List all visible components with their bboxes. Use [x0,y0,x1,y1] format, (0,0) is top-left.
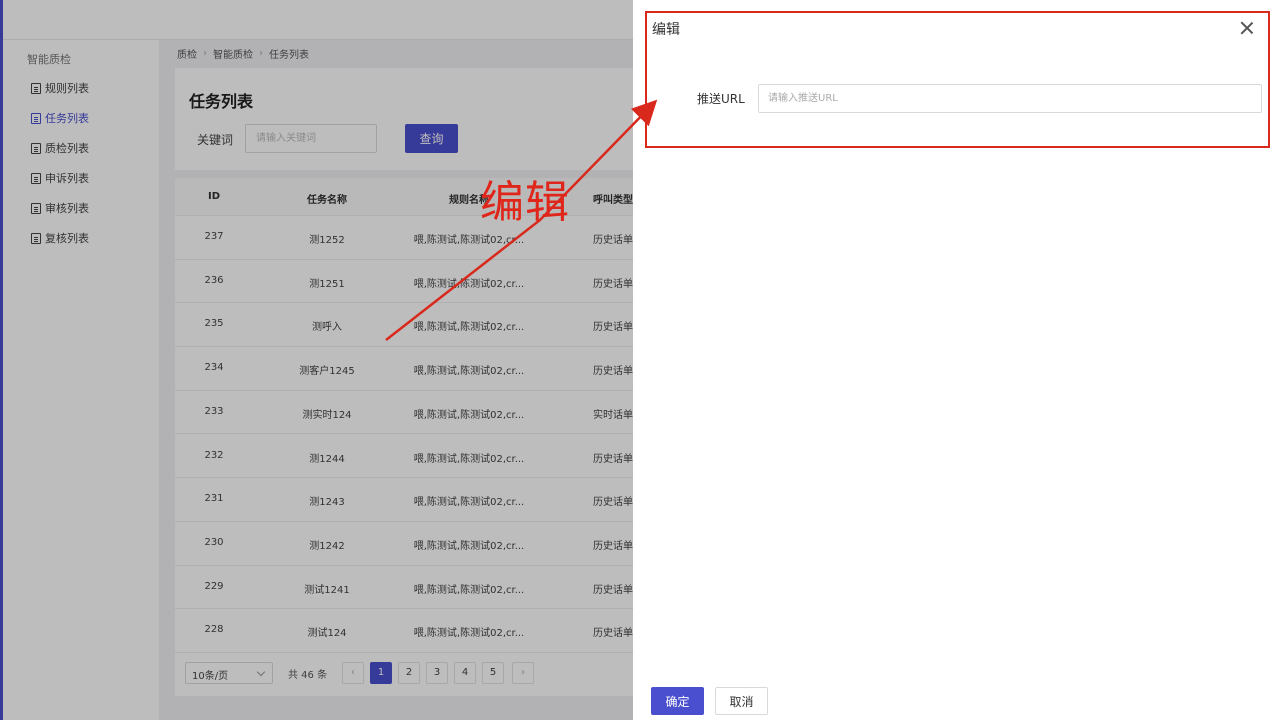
push-url-input[interactable] [758,84,1262,113]
drawer-title: 编辑 [652,22,680,38]
close-icon[interactable] [1238,19,1256,37]
confirm-button[interactable]: 确定 [651,687,704,715]
edit-drawer: 编辑 推送URL 确定 取消 [633,0,1272,720]
push-url-label: 推送URL [697,92,745,106]
cancel-button[interactable]: 取消 [715,687,768,715]
modal-overlay[interactable] [0,0,633,720]
annotation-highlight-box [645,11,1270,148]
annotation-label: 编辑 [480,177,570,228]
